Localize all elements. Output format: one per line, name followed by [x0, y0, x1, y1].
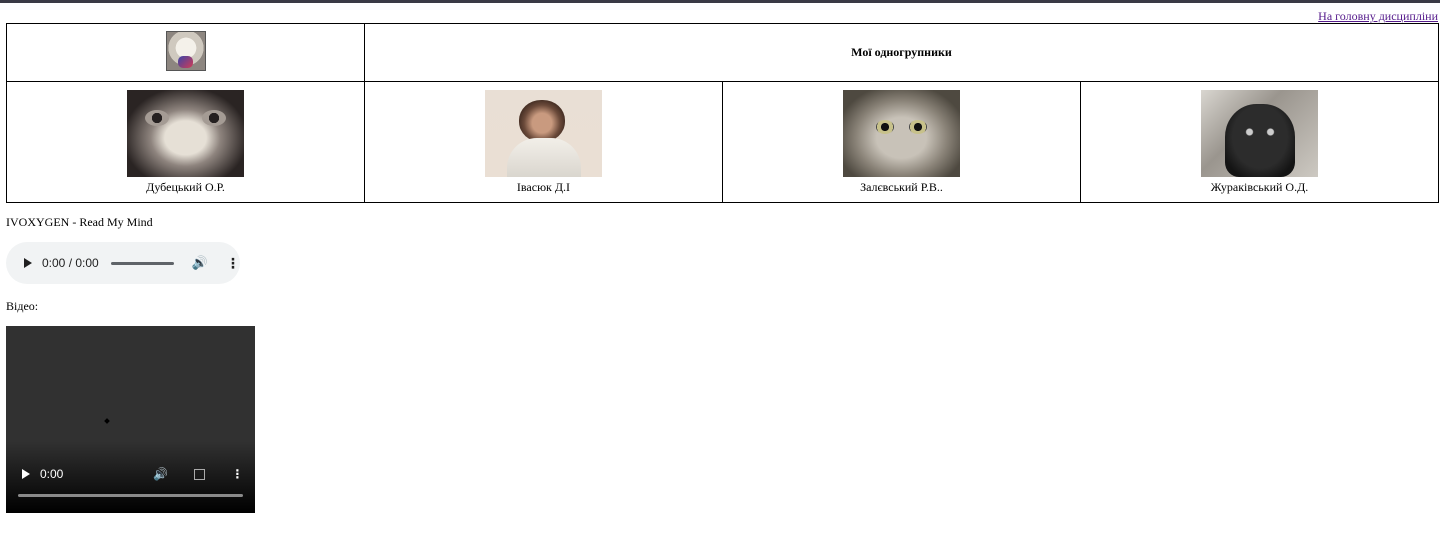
home-discipline-link[interactable]: На головну дисципліни — [1318, 9, 1438, 24]
video-label: Відео: — [6, 299, 39, 313]
play-icon[interactable] — [22, 469, 30, 479]
fullscreen-icon[interactable] — [194, 468, 206, 480]
header-image-cell — [6, 23, 365, 82]
classmate-cell: Залєвський Р.В.. — [722, 81, 1081, 203]
mouse-cursor — [104, 418, 110, 424]
classmates-row: Дубецький О.Р. Івасюк Д.І Залєвський Р.В… — [6, 81, 1439, 203]
classmate-cell: Жураківський О.Д. — [1080, 81, 1439, 203]
classmate-photo-frog — [127, 89, 244, 177]
classmate-photo-tabby-cat — [843, 89, 960, 177]
top-bar — [0, 0, 1440, 3]
volume-icon[interactable]: 🔊 — [192, 255, 208, 271]
more-options-icon[interactable]: ⋮ — [231, 467, 243, 481]
song-title: IVOXYGEN - Read My Mind — [6, 215, 153, 229]
table-header-row: Мої одногрупники — [6, 23, 1439, 82]
classmate-cell: Івасюк Д.І — [364, 81, 723, 203]
table-title: Мої одногрупники — [364, 23, 1439, 82]
audio-time: 0:00 / 0:00 — [42, 256, 99, 270]
video-player[interactable]: 0:00 🔊 ⋮ — [6, 326, 255, 513]
audio-player[interactable]: 0:00 / 0:00 🔊 ⋮ — [6, 242, 240, 284]
video-progress-bar[interactable] — [18, 494, 243, 497]
volume-icon[interactable]: 🔊 — [153, 467, 168, 481]
play-icon[interactable] — [24, 258, 32, 268]
video-controls: 0:00 🔊 ⋮ — [6, 465, 255, 483]
classmate-name: Жураківський О.Д. — [1210, 179, 1309, 194]
video-time: 0:00 — [40, 467, 64, 481]
classmate-name: Залєвський Р.В.. — [860, 179, 943, 194]
classmate-photo-black-cat — [1201, 89, 1318, 177]
classmate-name: Дубецький О.Р. — [146, 179, 225, 194]
audio-progress-bar[interactable] — [110, 261, 174, 265]
classmate-cell: Дубецький О.Р. — [6, 81, 365, 203]
more-options-icon[interactable]: ⋮ — [226, 256, 240, 270]
classmate-photo-monkey — [485, 89, 602, 177]
cat-thumbnail-image — [165, 30, 206, 71]
classmates-table: Мої одногрупники Дубецький О.Р. Івасюк Д… — [6, 23, 1439, 203]
classmate-name: Івасюк Д.І — [516, 179, 571, 194]
